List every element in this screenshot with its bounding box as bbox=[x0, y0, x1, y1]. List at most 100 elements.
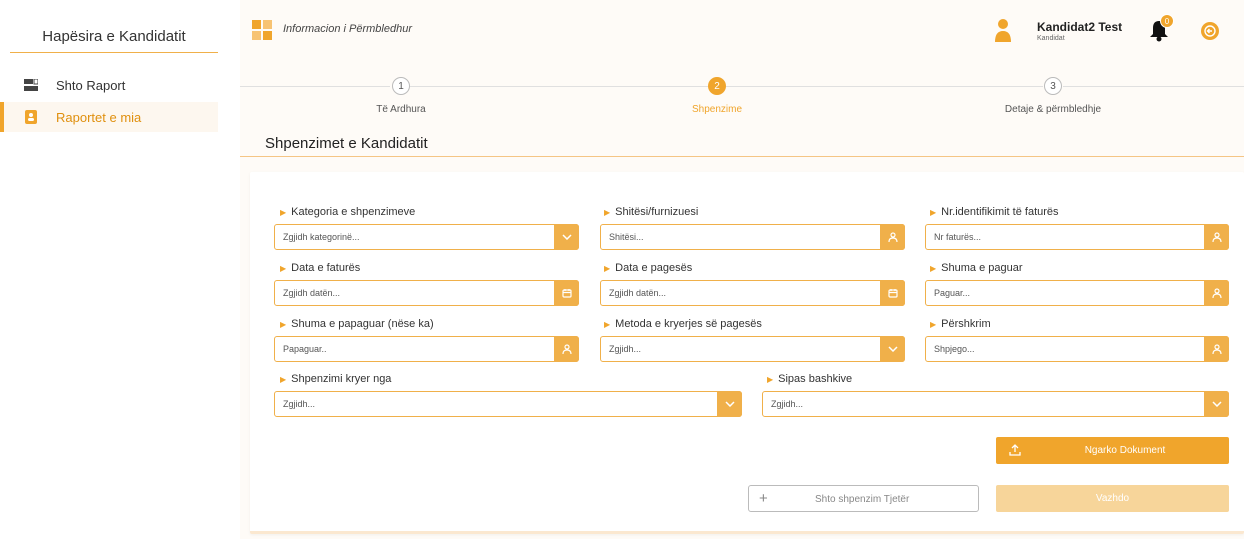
triangle-bullet-icon: ▶ bbox=[930, 207, 937, 217]
spent-by-select[interactable]: Zgjidh... bbox=[274, 391, 742, 417]
field-label: ▶ Shuma e paguar bbox=[930, 262, 1023, 274]
payment-method-select[interactable]: Zgjidh... bbox=[600, 336, 905, 362]
upload-document-button[interactable]: Ngarko Dokument bbox=[996, 437, 1229, 464]
label-text: Shuma e papaguar (nëse ka) bbox=[291, 318, 434, 330]
breadcrumb: Informacion i Përmbledhur bbox=[283, 23, 413, 35]
field-label: ▶ Sipas bashkive bbox=[767, 373, 852, 385]
field-label: ▶ Metoda e kryerjes së pagesës bbox=[604, 318, 762, 330]
triangle-bullet-icon: ▶ bbox=[604, 319, 611, 329]
field-label: ▶ Shpenzimi kryer nga bbox=[280, 373, 391, 385]
placeholder: Shitësi... bbox=[609, 232, 644, 242]
user-avatar-icon bbox=[995, 18, 1011, 42]
dashboard-grid-icon[interactable] bbox=[252, 20, 272, 40]
label-text: Përshkrim bbox=[941, 318, 991, 330]
section-title: Shpenzimet e Kandidatit bbox=[265, 135, 428, 152]
vendor-input[interactable]: Shitësi... bbox=[600, 224, 905, 250]
label-text: Metoda e kryerjes së pagesës bbox=[615, 318, 762, 330]
logout-icon[interactable] bbox=[1201, 22, 1219, 40]
triangle-bullet-icon: ▶ bbox=[604, 207, 611, 217]
user-icon[interactable] bbox=[1204, 336, 1229, 362]
add-expense-button[interactable]: + Shto shpenzim Tjetër bbox=[748, 485, 979, 512]
payment-date-input[interactable]: Zgjidh datën... bbox=[600, 280, 905, 306]
user-icon[interactable] bbox=[1204, 280, 1229, 306]
triangle-bullet-icon: ▶ bbox=[280, 374, 287, 384]
sidebar-item-raportet-e-mia[interactable]: Raportet e mia bbox=[0, 102, 218, 132]
label-text: Shpenzimi kryer nga bbox=[291, 373, 392, 385]
notification-badge: 0 bbox=[1160, 14, 1174, 28]
label-text: Nr.identifikimit të faturës bbox=[941, 206, 1059, 218]
paid-amount-input[interactable]: Paguar... bbox=[925, 280, 1229, 306]
triangle-bullet-icon: ▶ bbox=[280, 263, 287, 273]
field-label: ▶ Data e faturës bbox=[280, 262, 360, 274]
stepper-line bbox=[410, 86, 708, 87]
placeholder: Nr faturës... bbox=[934, 232, 982, 242]
label-text: Sipas bashkive bbox=[778, 373, 853, 385]
step-1-circle[interactable]: 1 bbox=[392, 77, 410, 95]
button-label: Shto shpenzim Tjetër bbox=[815, 494, 910, 505]
user-icon[interactable] bbox=[880, 224, 905, 250]
stepper-line bbox=[240, 86, 390, 87]
placeholder: Zgjidh datën... bbox=[609, 288, 667, 298]
label-text: Shitësi/furnizuesi bbox=[615, 206, 699, 218]
triangle-bullet-icon: ▶ bbox=[930, 319, 937, 329]
field-label: ▶ Shuma e papaguar (nëse ka) bbox=[280, 318, 434, 330]
field-label: ▶ Shitësi/furnizuesi bbox=[604, 206, 698, 218]
contacts-book-icon bbox=[24, 110, 38, 124]
user-role: Kandidat bbox=[1037, 35, 1065, 42]
sidebar-item-label: Shto Raport bbox=[56, 77, 126, 93]
continue-button[interactable]: Vazhdo bbox=[996, 485, 1229, 512]
step-1-label: Të Ardhura bbox=[376, 104, 426, 115]
invoice-date-input[interactable]: Zgjidh datën... bbox=[274, 280, 579, 306]
active-indicator bbox=[0, 102, 4, 132]
invoice-number-input[interactable]: Nr faturës... bbox=[925, 224, 1229, 250]
label-text: Data e pagesës bbox=[615, 262, 693, 274]
user-icon[interactable] bbox=[554, 336, 579, 362]
triangle-bullet-icon: ▶ bbox=[280, 319, 287, 329]
sidebar: Hapësira e Kandidatit Shto Raport Raport… bbox=[0, 0, 218, 539]
placeholder: Shpjego... bbox=[934, 344, 975, 354]
label-text: Kategoria e shpenzimeve bbox=[291, 206, 416, 218]
sidebar-title: Hapësira e Kandidatit bbox=[42, 28, 186, 45]
step-3-circle[interactable]: 3 bbox=[1044, 77, 1062, 95]
placeholder: Paguar... bbox=[934, 288, 971, 298]
triangle-bullet-icon: ▶ bbox=[280, 207, 287, 217]
placeholder: Papaguar.. bbox=[283, 344, 327, 354]
divider bbox=[240, 156, 1244, 157]
placeholder: Zgjidh datën... bbox=[283, 288, 341, 298]
sidebar-item-shto-raport[interactable]: Shto Raport bbox=[0, 70, 218, 100]
button-label: Ngarko Dokument bbox=[1084, 445, 1166, 456]
unpaid-amount-input[interactable]: Papaguar.. bbox=[274, 336, 579, 362]
stepper-line bbox=[726, 86, 1043, 87]
municipality-select[interactable]: Zgjidh... bbox=[762, 391, 1229, 417]
chevron-down-icon[interactable] bbox=[1204, 391, 1229, 417]
calendar-icon[interactable] bbox=[880, 280, 905, 306]
field-label: ▶ Data e pagesës bbox=[604, 262, 692, 274]
label-text: Data e faturës bbox=[291, 262, 361, 274]
divider bbox=[10, 52, 218, 53]
category-select[interactable]: Zgjidh kategorinë... bbox=[274, 224, 579, 250]
label-text: Shuma e paguar bbox=[941, 262, 1023, 274]
field-label: ▶ Nr.identifikimit të faturës bbox=[930, 206, 1059, 218]
chevron-down-icon[interactable] bbox=[717, 391, 742, 417]
placeholder: Zgjidh... bbox=[609, 344, 642, 354]
placeholder: Zgjidh kategorinë... bbox=[283, 232, 360, 242]
step-2-label: Shpenzime bbox=[691, 104, 743, 115]
report-add-icon bbox=[24, 78, 38, 92]
chevron-down-icon[interactable] bbox=[880, 336, 905, 362]
user-icon[interactable] bbox=[1204, 224, 1229, 250]
calendar-icon[interactable] bbox=[554, 280, 579, 306]
plus-icon: + bbox=[759, 490, 768, 507]
description-input[interactable]: Shpjego... bbox=[925, 336, 1229, 362]
field-label: ▶ Kategoria e shpenzimeve bbox=[280, 206, 415, 218]
step-3-label: Detaje & përmbledhje bbox=[1004, 104, 1102, 115]
placeholder: Zgjidh... bbox=[771, 399, 804, 409]
header: Informacion i Përmbledhur Kandidat2 Test… bbox=[240, 12, 1244, 52]
triangle-bullet-icon: ▶ bbox=[604, 263, 611, 273]
triangle-bullet-icon: ▶ bbox=[930, 263, 937, 273]
field-label: ▶ Përshkrim bbox=[930, 318, 991, 330]
step-2-circle[interactable]: 2 bbox=[708, 77, 726, 95]
active-indicator bbox=[0, 70, 4, 100]
chevron-down-icon[interactable] bbox=[554, 224, 579, 250]
sidebar-item-label: Raportet e mia bbox=[56, 109, 142, 125]
stepper-line bbox=[1063, 86, 1244, 87]
